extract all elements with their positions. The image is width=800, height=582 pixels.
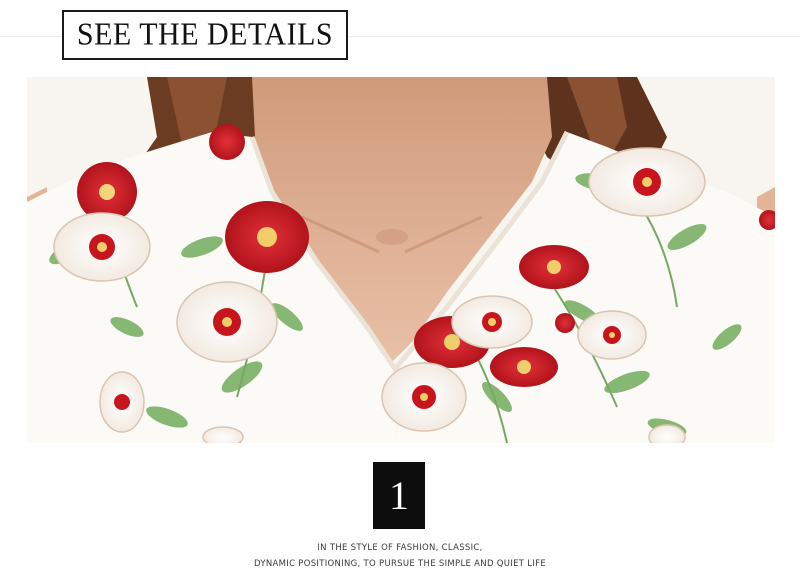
section-heading: SEE THE DETAILS bbox=[76, 17, 334, 52]
section-heading-box: SEE THE DETAILS bbox=[62, 10, 348, 60]
dress-detail-photo bbox=[27, 77, 775, 443]
caption-line-1: IN THE STYLE OF FASHION, CLASSIC, bbox=[317, 543, 483, 553]
detail-number-badge: 1 bbox=[373, 462, 425, 529]
caption-line-2: DYNAMIC POSITIONING, TO PURSUE THE SIMPL… bbox=[253, 559, 546, 569]
product-detail-page: SEE THE DETAILS 1 IN THE STYLE OF FASHIO… bbox=[0, 0, 800, 582]
detail-number: 1 bbox=[389, 472, 409, 518]
